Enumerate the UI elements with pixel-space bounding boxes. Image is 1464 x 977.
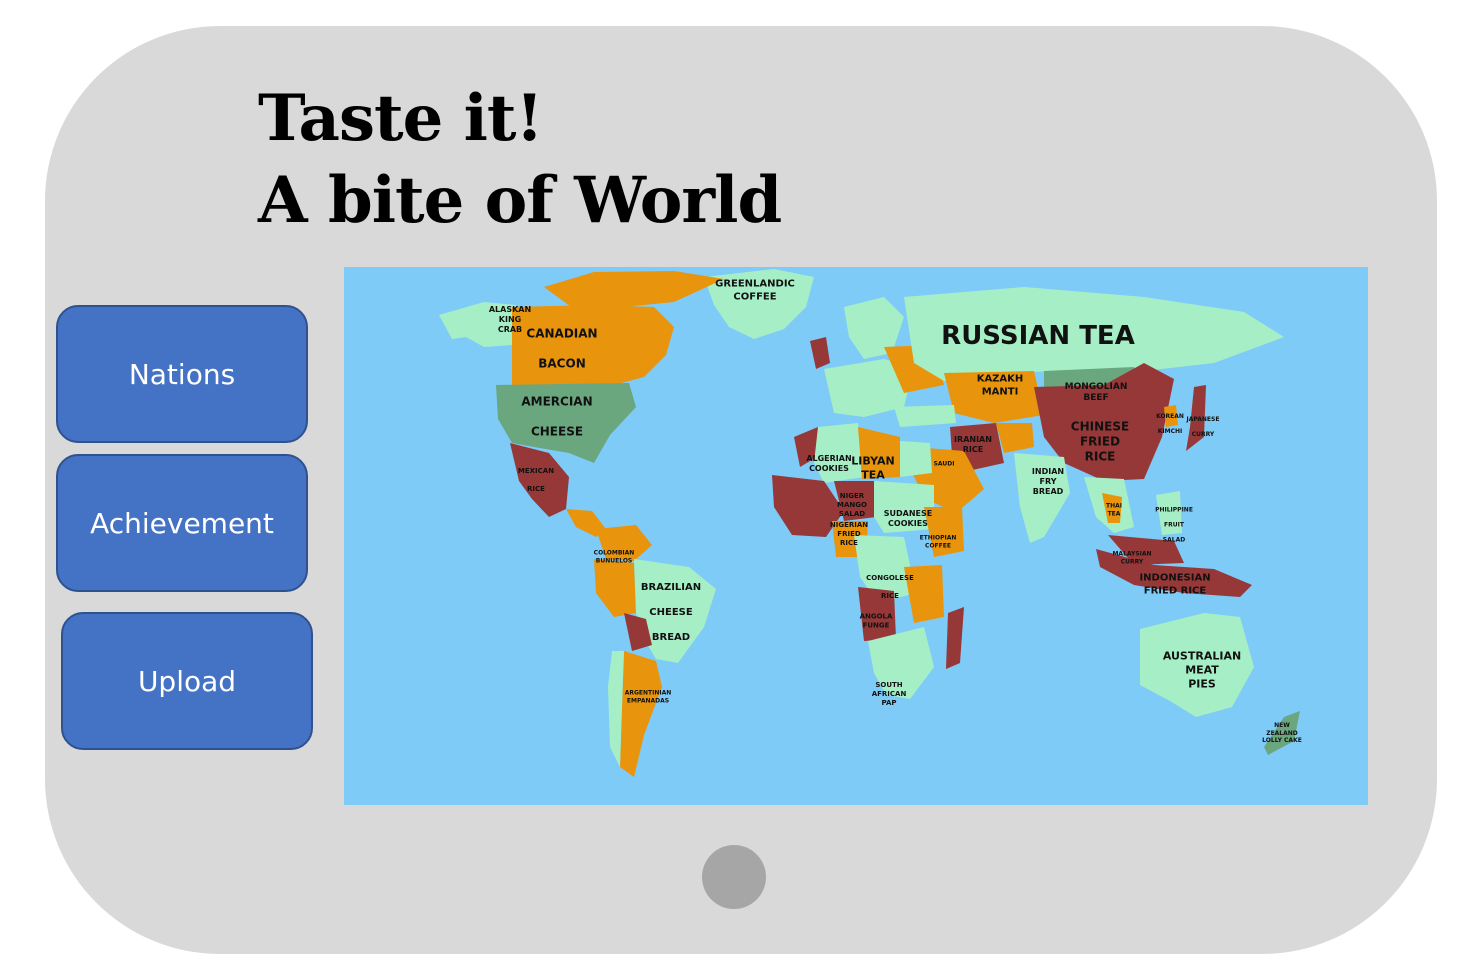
label-niger: NIGER MANGO SALAD — [837, 491, 867, 518]
circle-home-icon[interactable] — [702, 845, 766, 909]
turkey-region — [894, 405, 956, 427]
label-angola: ANGOLA FUNGE — [859, 612, 893, 629]
label-japanese: JAPANESE CURRY — [1186, 415, 1220, 438]
label-indonesian: INDONESIAN FRIED RICE — [1139, 572, 1211, 597]
label-canadian: CANADIAN BACON — [526, 326, 598, 371]
label-chinese: CHINESE FRIED RICE — [1070, 419, 1130, 464]
label-argentinian: ARGENTINIAN EMPANADAS — [624, 689, 672, 705]
egypt-region — [900, 441, 932, 477]
afghanistan-region — [996, 423, 1034, 453]
label-greenlandic: GREENLANDIC COFFEE — [715, 278, 795, 303]
label-malaysian: MALAYSIAN CURRY — [1112, 550, 1152, 566]
label-colombian: COLOMBIAN BUNUELOS — [593, 549, 635, 565]
label-thai: THAI TEA — [1106, 502, 1122, 518]
label-ethiopian: ETHIOPIAN COFFEE — [919, 534, 957, 550]
label-algerian: ALGERIAN COOKIES — [806, 454, 852, 473]
label-mongolian: MONGOLIAN BEEF — [1064, 381, 1128, 403]
peru-region — [594, 559, 636, 617]
label-mexican: MEXICAN RICE — [517, 466, 555, 493]
page-title: Taste it! A bite of World — [258, 78, 782, 242]
label-libyan: LIBYAN TEA — [851, 454, 895, 481]
upload-button[interactable]: Upload — [61, 612, 313, 750]
nations-button[interactable]: Nations — [56, 305, 308, 443]
arctic-islands-region — [544, 271, 724, 309]
label-american: AMERCIAN CHEESE — [521, 394, 593, 439]
world-food-map[interactable]: GREENLANDIC COFFEE RUSSIAN TEA ALASKAN KIN… — [344, 267, 1368, 805]
label-nigerian: NIGERIAN FRIED RICE — [829, 520, 869, 547]
uk-region — [810, 337, 830, 369]
label-philippine: PHILIPPINE FRUIT SALAD — [1155, 506, 1193, 544]
label-south-african: SOUTH AFRICAN PAP — [871, 680, 907, 707]
label-saudi: SAUDI — [933, 460, 955, 468]
label-brazilian: BRAZILIAN CHEESE BREAD — [640, 581, 702, 643]
argentina-region — [620, 651, 662, 777]
label-iranian: IRANIAN RICE — [954, 435, 992, 454]
label-congolese: CONGOLESE RICE — [866, 573, 914, 600]
label-russian: RUSSIAN TEA — [941, 320, 1135, 351]
label-korean: KOREAN KIMCHI — [1156, 412, 1184, 435]
label-indian: INDIAN FRY BREAD — [1031, 467, 1065, 496]
label-australian: AUSTRALIAN MEAT PIES — [1162, 649, 1242, 690]
label-new-zealand: NEW ZEALAND LOLLY CAKE — [1262, 721, 1302, 744]
achievement-button[interactable]: Achievement — [56, 454, 308, 592]
label-alaskan: ALASKAN KING CRAB — [488, 305, 532, 334]
label-kazakh: KAZAKH MANTI — [976, 373, 1024, 398]
title-line-1: Taste it! — [258, 81, 544, 156]
label-sudanese: SUDANESE COOKIES — [883, 509, 933, 528]
madagascar-region — [946, 607, 964, 669]
title-line-2: A bite of World — [258, 163, 782, 238]
